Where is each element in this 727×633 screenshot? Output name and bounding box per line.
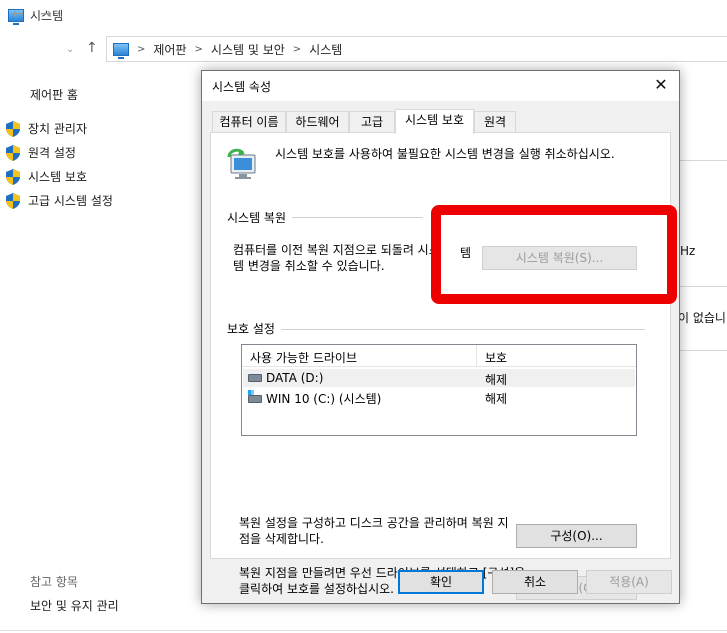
- cancel-button[interactable]: 취소: [492, 570, 578, 594]
- divider: [0, 630, 727, 631]
- drive-protection-status: 해제: [485, 392, 508, 406]
- shield-icon: [6, 192, 20, 209]
- control-panel-home-link[interactable]: 제어판 홈: [30, 86, 78, 103]
- chevron-right-icon: >: [292, 43, 302, 55]
- system-properties-dialog: 시스템 속성 ✕ 컴퓨터 이름 하드웨어 고급 시스템 보호 원격 시스템 보호…: [201, 70, 680, 604]
- drive-cell: WIN 10 (C:) (시스템): [248, 389, 382, 407]
- tab-computer-name[interactable]: 컴퓨터 이름: [212, 111, 286, 133]
- background-text: Hz: [680, 244, 696, 258]
- back-button[interactable]: ←: [12, 6, 24, 22]
- ok-button[interactable]: 확인: [398, 570, 484, 594]
- tab-advanced[interactable]: 고급: [349, 111, 395, 133]
- chevron-down-icon[interactable]: ⌄: [66, 44, 74, 55]
- security-maintenance-link[interactable]: 보안 및 유지 관리: [30, 597, 119, 614]
- breadcrumb-system-security[interactable]: 시스템 및 보안: [211, 41, 285, 58]
- drive-name: WIN 10 (C:) (시스템): [266, 392, 382, 406]
- drive-cell: DATA (D:): [248, 371, 323, 385]
- drive-protection-status: 해제: [485, 373, 508, 387]
- sidebar-item-label: 장치 관리자: [28, 122, 88, 136]
- intro-text: 시스템 보호를 사용하여 불필요한 시스템 변경을 실행 취소하십시오.: [275, 147, 615, 161]
- window-titlebar: 시스템: [0, 0, 727, 30]
- column-header-drives[interactable]: 사용 가능한 드라이브: [250, 349, 357, 366]
- tab-hardware[interactable]: 하드웨어: [286, 111, 349, 133]
- chevron-right-icon: >: [137, 43, 146, 55]
- column-divider[interactable]: [476, 345, 477, 367]
- see-also-heading: 참고 항목: [30, 575, 78, 589]
- system-restore-description: 컴퓨터를 이전 복원 지점으로 되돌려 시스템 변경을 취소할 수 있습니다.: [233, 243, 440, 273]
- shield-icon: [6, 120, 20, 137]
- computer-icon: [113, 42, 129, 59]
- divider: [680, 160, 727, 161]
- breadcrumb-system[interactable]: 시스템: [309, 41, 342, 58]
- dialog-titlebar: 시스템 속성: [202, 71, 679, 101]
- sidebar-item-label: 시스템 보호: [28, 170, 88, 184]
- drive-icon: [248, 374, 262, 382]
- column-header-protection[interactable]: 보호: [485, 349, 507, 366]
- tab-system-protection[interactable]: 시스템 보호: [395, 109, 474, 134]
- shield-icon: [6, 144, 20, 161]
- system-drive-icon: [248, 389, 262, 403]
- table-row[interactable]: DATA (D:) 해제: [243, 369, 635, 387]
- sidebar-item-advanced-settings[interactable]: 고급 시스템 설정: [6, 192, 113, 209]
- sidebar-item-remote-settings[interactable]: 원격 설정: [6, 144, 76, 161]
- chevron-right-icon: >: [194, 43, 203, 55]
- divider: [680, 286, 727, 287]
- apply-button[interactable]: 적용(A): [586, 570, 672, 594]
- sidebar-item-system-protection[interactable]: 시스템 보호: [6, 168, 87, 185]
- sidebar-item-device-manager[interactable]: 장치 관리자: [6, 120, 87, 137]
- group-divider: [227, 329, 645, 330]
- sidebar: 제어판 홈 장치 관리자 원격 설정 시스템 보호 고급 시스템 설정 참고 항…: [0, 70, 200, 633]
- create-description: 복원 지점을 만들려면 우선 드라이브를 선택하고 [구성]을 클릭하여 보호를…: [239, 566, 526, 596]
- drive-name: DATA (D:): [266, 371, 324, 385]
- table-row[interactable]: WIN 10 (C:) (시스템) 해제: [243, 388, 635, 406]
- dialog-title: 시스템 속성: [212, 79, 272, 94]
- sidebar-item-label: 고급 시스템 설정: [28, 194, 113, 208]
- shield-icon: [6, 168, 20, 185]
- forward-button[interactable]: →: [40, 6, 52, 22]
- protection-settings-group-label: 보호 설정: [227, 320, 281, 337]
- breadcrumb-control-panel[interactable]: 제어판: [153, 41, 186, 58]
- address-bar[interactable]: > 제어판 > 시스템 및 보안 > 시스템: [106, 36, 727, 62]
- sidebar-item-label: 원격 설정: [28, 146, 76, 160]
- list-header: 사용 가능한 드라이브 보호: [242, 345, 636, 367]
- system-protection-icon: [225, 147, 261, 183]
- configure-description: 복원 설정을 구성하고 디스크 공간을 관리하며 복원 지점을 삭제합니다.: [239, 516, 509, 546]
- system-restore-description-fragment: 템: [460, 246, 472, 260]
- system-restore-button[interactable]: 시스템 복원(S)...: [482, 246, 637, 270]
- close-icon[interactable]: ✕: [651, 75, 671, 95]
- divider: [680, 350, 727, 351]
- system-restore-group-label: 시스템 복원: [227, 209, 293, 226]
- background-text: 이 없습니: [678, 311, 726, 325]
- tab-remote[interactable]: 원격: [474, 111, 516, 133]
- drive-list[interactable]: 사용 가능한 드라이브 보호 DATA (D:) 해제 WIN 10 (C:) …: [241, 344, 637, 436]
- tab-panel: 시스템 보호를 사용하여 불필요한 시스템 변경을 실행 취소하십시오. 시스템…: [210, 132, 671, 600]
- configure-button[interactable]: 구성(O)...: [516, 524, 637, 548]
- up-button[interactable]: ↑: [86, 40, 98, 56]
